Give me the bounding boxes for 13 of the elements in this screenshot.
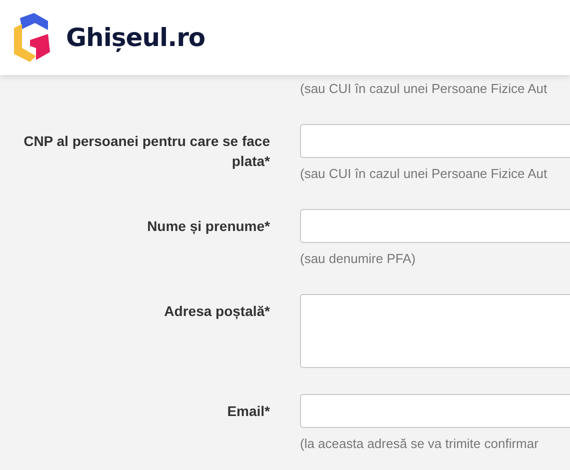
field-label: Email* — [226, 402, 270, 421]
hint-text: (la aceasta adresă se va trimite confirmar — [300, 436, 538, 451]
field-label: CNP al persoanei pentru care se face plata* — [22, 132, 270, 171]
address-field[interactable] — [300, 294, 570, 368]
input-field[interactable] — [300, 394, 570, 428]
field-label: Nume și prenume* — [146, 217, 270, 236]
field-label: Adresa poștală* — [163, 302, 270, 322]
input-field[interactable] — [300, 124, 570, 158]
logo-text: Ghișeul.ro — [66, 23, 206, 52]
hint-text: (sau CUI în cazul unei Persoane Fizice Aut — [300, 81, 548, 96]
hint-text: (sau CUI în cazul unei Persoane Fizice Aut — [300, 166, 548, 181]
input-field[interactable] — [300, 209, 570, 243]
hint-text: (sau denumire PFA) — [300, 251, 416, 266]
